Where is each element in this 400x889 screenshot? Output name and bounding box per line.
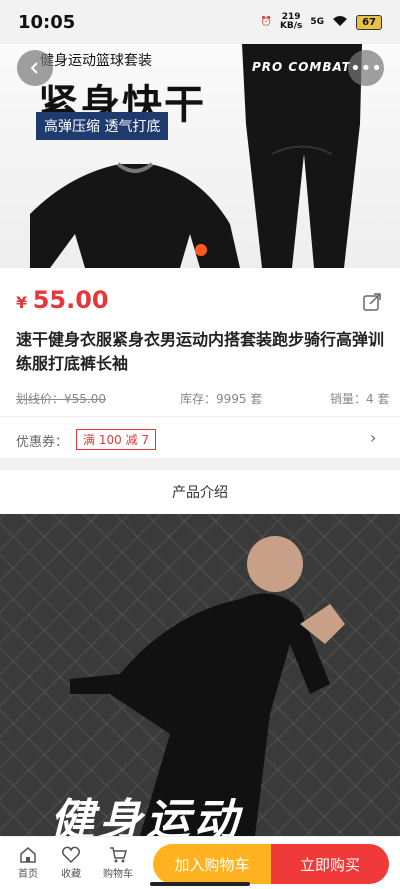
tab-home[interactable]: 首页 xyxy=(6,845,50,880)
product-price: ¥ 55.00 xyxy=(16,286,109,314)
net-speed-unit: KB/s xyxy=(279,21,303,31)
heart-icon xyxy=(61,846,81,864)
currency-symbol: ¥ xyxy=(16,293,28,312)
share-icon xyxy=(363,293,381,311)
status-icons: ⏰ 219 KB/s 5G 67 xyxy=(261,13,382,31)
product-title: 速干健身衣服紧身衣男运动内搭套装跑步骑行高弹训练服打底裤长袖 xyxy=(16,330,385,373)
status-bar: 10:05 ⏰ 219 KB/s 5G 67 xyxy=(0,0,400,44)
home-indicator xyxy=(150,882,250,886)
shirt-illustration xyxy=(30,162,240,268)
hero-caption: 健身运动篮球套装 xyxy=(40,53,152,69)
status-time: 10:05 xyxy=(18,11,76,33)
more-icon: ••• xyxy=(350,57,382,79)
sales-count: 销量：4 套 xyxy=(330,392,390,406)
back-button[interactable] xyxy=(17,50,53,86)
tab-favorite[interactable]: 收藏 xyxy=(49,845,93,880)
brand-dot xyxy=(195,244,207,256)
alarm-icon: ⏰ xyxy=(260,17,272,27)
stock-count: 库存：9995 套 xyxy=(180,392,263,406)
net-speed: 219 KB/s xyxy=(280,13,302,31)
product-detail-image: 健身运动 xyxy=(0,514,400,836)
product-info: ¥ 55.00 速干健身衣服紧身衣男运动内搭套装跑步骑行高弹训练服打底裤长袖 划… xyxy=(0,268,400,458)
original-price: 划线价：¥55.00 xyxy=(16,392,106,406)
buy-now-button[interactable]: 立即购买 xyxy=(271,844,389,884)
wifi-icon xyxy=(332,15,348,30)
divider xyxy=(0,416,400,417)
section-title: 产品介绍 xyxy=(0,470,400,514)
signal-5g: 5G xyxy=(310,17,325,27)
coupon-label: 优惠券： xyxy=(16,435,69,450)
tab-home-label: 首页 xyxy=(18,869,38,880)
hero-tag: 高弹压缩 透气打底 xyxy=(36,112,169,140)
cart-icon xyxy=(110,847,127,863)
home-icon xyxy=(20,847,36,863)
chevron-left-icon xyxy=(30,62,38,74)
tab-cart-label: 购物车 xyxy=(103,869,133,880)
tab-cart[interactable]: 购物车 xyxy=(96,845,140,880)
price-value: 55.00 xyxy=(32,286,109,314)
chevron-right-icon[interactable]: › xyxy=(370,428,376,447)
add-to-cart-button[interactable]: 加入购物车 xyxy=(153,844,271,884)
coupon-badge[interactable]: 满 100 减 7 xyxy=(76,429,156,450)
share-button[interactable] xyxy=(362,290,384,312)
product-hero-image[interactable]: 健身运动篮球套装 紧身快干 高弹压缩 透气打底 PRO COMBAT xyxy=(0,44,400,268)
more-button[interactable]: ••• xyxy=(348,50,384,86)
battery-indicator: 67 xyxy=(356,14,382,30)
brand-label: PRO COMBAT xyxy=(252,60,351,74)
promo-text: 健身运动 xyxy=(50,795,242,836)
tab-favorite-label: 收藏 xyxy=(61,869,81,880)
